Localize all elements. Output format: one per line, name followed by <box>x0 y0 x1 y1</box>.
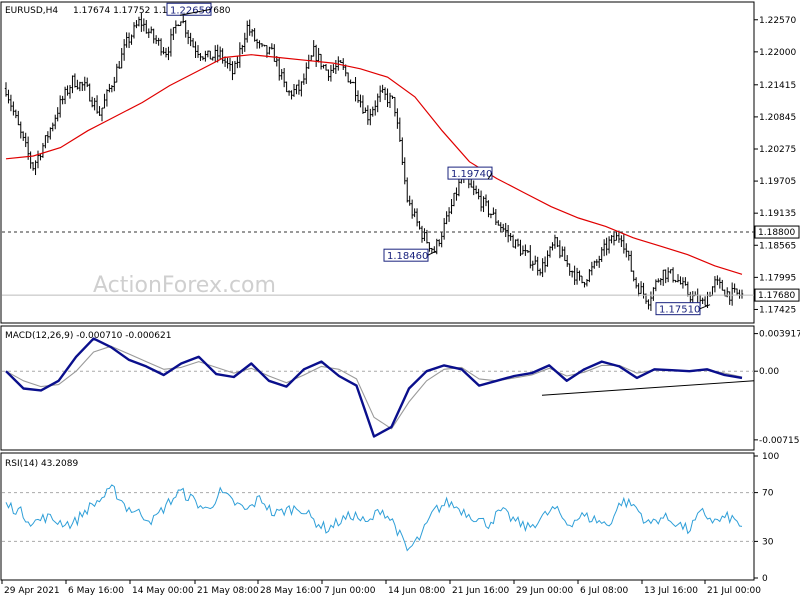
price-axis: 1.22570 1.22000 1.21415 1.20845 1.20275 1.197… <box>754 16 800 315</box>
time-axis: 29 Apr 2021 6 May 16:00 14 May 00:00 21 May… <box>1 580 761 596</box>
price-tick-label: 1.19705 <box>759 177 796 187</box>
price-tick-label: 1.21415 <box>759 81 796 91</box>
macd-axis: 0.003917 0.00 -0.007152 <box>754 330 800 446</box>
macd-panel-title: MACD(12,26,9) -0.000710 -0.000621 <box>5 331 171 341</box>
price-tick-label: 1.22570 <box>759 16 796 26</box>
rsi-tick-label: 100 <box>762 452 779 462</box>
rsi-tick-label: 30 <box>762 537 774 547</box>
macd-tick-label: 0.00 <box>759 367 779 377</box>
time-tick-label: 7 Jun 00:00 <box>324 586 376 596</box>
price-tick-label: 1.20845 <box>759 113 796 123</box>
support-price-label: 1.18800 <box>758 228 795 238</box>
price-tick-label: 1.20275 <box>759 145 796 155</box>
chart-window: EURUSD,H4 1.17674 1.17752 1.17674 1.1768… <box>0 1 800 596</box>
time-tick-label: 21 May 08:00 <box>197 586 259 596</box>
time-tick-label: 28 May 16:00 <box>260 586 322 596</box>
price-tick-label: 1.17995 <box>759 273 796 283</box>
rsi-panel-title: RSI(14) 43.2089 <box>5 459 78 469</box>
current-price-label: 1.17680 <box>758 291 795 301</box>
time-tick-label: 14 Jun 08:00 <box>388 586 445 596</box>
macd-tick-label: 0.003917 <box>759 330 800 340</box>
rsi-axis: 100 70 30 0 <box>754 452 779 584</box>
time-tick-label: 21 Jul 00:00 <box>707 586 761 596</box>
rsi-tick-label: 0 <box>762 574 768 584</box>
annotation-label: 1.18460 <box>387 251 428 262</box>
price-panel-title: EURUSD,H4 <box>5 6 58 16</box>
time-tick-label: 6 May 16:00 <box>68 586 124 596</box>
time-tick-label: 21 Jun 16:00 <box>452 586 509 596</box>
rsi-panel-frame <box>0 452 755 581</box>
time-tick-label: 14 May 00:00 <box>132 586 194 596</box>
time-tick-label: 29 Apr 2021 <box>4 586 60 596</box>
rsi-tick-label: 70 <box>762 489 774 499</box>
price-tick-label: 1.22000 <box>759 48 796 58</box>
time-tick-label: 13 Jul 16:00 <box>644 586 698 596</box>
price-tick-label: 1.19135 <box>759 209 796 219</box>
price-tick-label: 1.17425 <box>759 305 796 315</box>
price-tick-label: 1.18565 <box>759 241 796 251</box>
time-tick-label: 29 Jun 00:00 <box>516 586 573 596</box>
watermark: ActionForex.com <box>93 273 276 298</box>
annotation-label: 1.17510 <box>659 305 700 316</box>
macd-tick-label: -0.007152 <box>759 436 800 446</box>
time-tick-label: 6 Jul 08:00 <box>580 586 629 596</box>
annotation-label: 1.19740 <box>451 169 492 180</box>
